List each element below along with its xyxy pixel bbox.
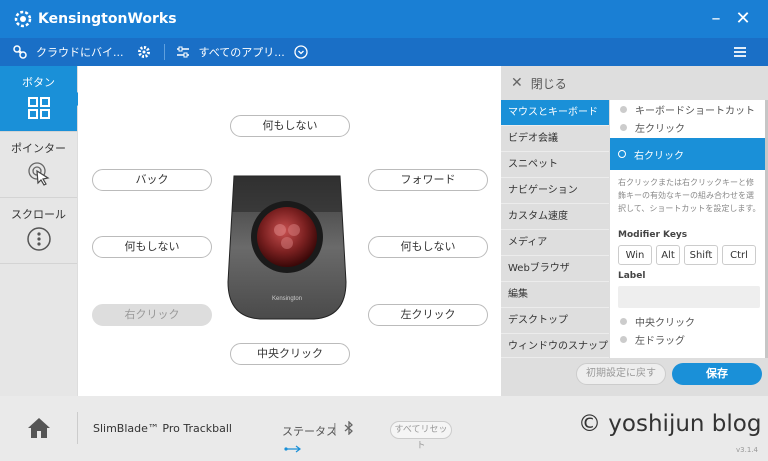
option-label: 左ドラッグ <box>635 335 685 347</box>
sidebar-item-scroll[interactable]: スクロール <box>0 198 77 264</box>
option-label: キーボードショートカット <box>635 105 755 117</box>
modifier-keys-row: Win Alt Shift Ctrl <box>610 240 768 265</box>
radio-selected-icon <box>618 150 626 158</box>
save-button[interactable]: 保存 <box>672 363 762 385</box>
trackball-image: Kensington <box>224 172 350 322</box>
minimize-icon[interactable]: – <box>706 9 726 29</box>
option-item[interactable]: 中央クリック <box>610 312 768 330</box>
option-label: 右クリック <box>634 150 684 162</box>
mapping-upper-right-button[interactable]: フォワード <box>368 169 488 191</box>
divider <box>163 44 165 60</box>
sidebar-item-label: ボタン <box>22 76 55 89</box>
sidebar-item-label: スクロール <box>11 208 66 221</box>
profile-icon <box>12 44 28 60</box>
category-item[interactable]: カスタム速度 <box>501 204 609 230</box>
device-name: SlimBlade™ Pro Trackball <box>93 422 232 435</box>
modifier-shift-button[interactable]: Shift <box>684 245 718 265</box>
kensington-logo-icon <box>14 10 32 28</box>
category-item[interactable]: ナビゲーション <box>501 178 609 204</box>
mapping-mid-left-button[interactable]: 何もしない <box>92 236 212 258</box>
app-select[interactable]: すべてのアプリ... <box>199 44 285 60</box>
mapping-top-button[interactable]: 何もしない <box>230 115 350 137</box>
title-bar: KensingtonWorks – ✕ <box>0 0 768 38</box>
close-label: 閉じる <box>530 76 567 91</box>
app-title: KensingtonWorks <box>38 11 177 27</box>
category-item[interactable]: デスクトップ <box>501 308 609 334</box>
category-item[interactable]: Webブラウザ <box>501 256 609 282</box>
modifier-keys-title: Modifier Keys <box>618 230 688 240</box>
category-item[interactable]: スニペット <box>501 152 609 178</box>
mapping-lower-left-button[interactable]: 右クリック <box>92 304 212 326</box>
radio-icon <box>620 123 627 131</box>
mapping-bottom-button[interactable]: 中央クリック <box>230 343 350 365</box>
usb-icon <box>284 443 302 456</box>
modifier-win-button[interactable]: Win <box>618 245 652 265</box>
category-item[interactable]: ビデオ会議 <box>501 126 609 152</box>
close-icon: ✕ <box>511 75 523 91</box>
reset-default-button[interactable]: 初期設定に戻す <box>576 363 666 385</box>
category-item[interactable]: 編集 <box>501 282 609 308</box>
grid-icon <box>27 96 51 123</box>
radio-icon <box>620 105 627 113</box>
status-divider: | <box>333 421 337 434</box>
category-item[interactable]: メディア <box>501 230 609 256</box>
modifier-ctrl-button[interactable]: Ctrl <box>722 245 756 265</box>
option-label: 左クリック <box>635 123 685 135</box>
category-item[interactable]: ウィンドウのスナップ <box>501 334 609 358</box>
label-input[interactable] <box>618 286 760 308</box>
close-window-icon[interactable]: ✕ <box>733 9 753 29</box>
sidebar: ボタン ポインター スクロール <box>0 66 85 396</box>
divider <box>77 412 78 444</box>
chevron-down-icon[interactable] <box>293 44 309 60</box>
radio-icon <box>620 317 627 325</box>
label-title: Label <box>618 271 646 281</box>
watermark-text: © yoshijun blog <box>578 411 762 437</box>
home-icon[interactable] <box>26 416 52 443</box>
toolbar: クラウドにバイ... すべてのアプリ... <box>0 38 768 66</box>
profile-select[interactable]: クラウドにバイ... <box>36 44 124 60</box>
option-description: 右クリックまたは右クリックキーと修飾キーの有効なキーの組み合わせを選択して、ショ… <box>618 178 761 213</box>
radio-icon <box>620 335 627 343</box>
close-panel-button[interactable]: ✕ 閉じる <box>501 66 768 100</box>
device-brand-label: Kensington <box>272 296 302 302</box>
reset-all-button[interactable]: すべてリセット <box>390 421 452 451</box>
footer: SlimBlade™ Pro Trackball ステータス | すべてリセット… <box>0 396 768 461</box>
scroll-icon <box>26 226 52 255</box>
option-label: 中央クリック <box>635 317 695 329</box>
bluetooth-icon <box>344 420 354 438</box>
mapping-mid-right-button[interactable]: 何もしない <box>368 236 488 258</box>
sliders-icon <box>175 44 191 60</box>
gear-icon[interactable] <box>136 44 152 60</box>
sidebar-item-buttons[interactable]: ボタン <box>0 66 85 132</box>
pointer-icon <box>26 160 52 189</box>
action-options-list: キーボードショートカット 左クリック 右クリック 右クリックまたは右クリックキー… <box>610 100 768 358</box>
category-item[interactable]: マウスとキーボード <box>501 100 609 126</box>
mapping-lower-right-button[interactable]: 左クリック <box>368 304 488 326</box>
option-item[interactable]: キーボードショートカット <box>610 100 768 118</box>
version-label: v3.1.4 <box>736 446 758 454</box>
modifier-alt-button[interactable]: Alt <box>656 245 680 265</box>
hamburger-menu-icon[interactable] <box>732 44 748 60</box>
action-panel: ✕ 閉じる マウスとキーボード ビデオ会議 スニペット ナビゲーション カスタム… <box>501 66 768 396</box>
sidebar-item-pointer[interactable]: ポインター <box>0 132 77 198</box>
option-item-selected[interactable]: 右クリック <box>610 138 768 170</box>
option-item[interactable]: 左ドラッグ <box>610 330 768 348</box>
button-mapping-area: 何もしない バック フォワード 何もしない 何もしない 右クリック 左クリック … <box>78 66 501 396</box>
mapping-upper-left-button[interactable]: バック <box>92 169 212 191</box>
sidebar-item-label: ポインター <box>11 142 66 155</box>
option-item[interactable]: 左クリック <box>610 118 768 136</box>
status-label: ステータス <box>282 425 337 438</box>
